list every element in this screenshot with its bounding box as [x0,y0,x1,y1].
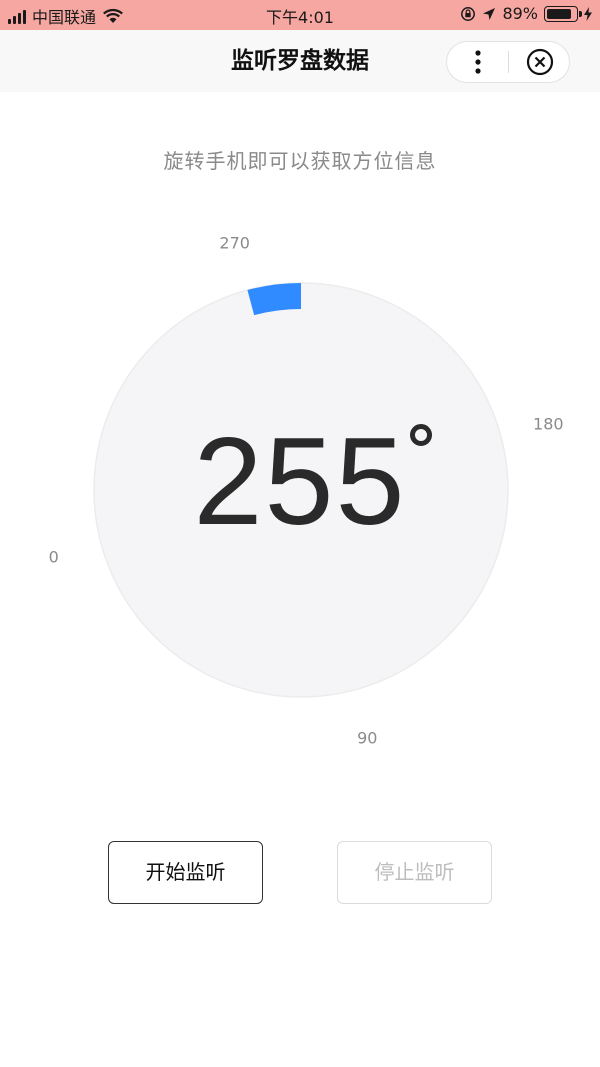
carrier-label: 中国联通 [32,8,97,27]
heading-value: 255 [193,413,407,551]
orientation-lock-icon [461,6,476,21]
battery-icon [544,5,582,22]
charging-icon [584,6,592,21]
nav-bar: 监听罗盘数据 [0,30,600,92]
capsule-menu [446,41,570,83]
status-left: 中国联通 [8,4,124,28]
stop-listening-button[interactable]: 停止监听 [337,841,492,904]
more-icon [475,50,481,74]
compass-progress-arc [247,283,302,316]
location-icon [483,7,496,20]
wifi-icon [103,8,123,23]
close-circle-icon [526,48,554,76]
start-listening-button[interactable]: 开始监听 [108,841,263,904]
tick-label-90: 90 [357,728,377,747]
tick-label-270: 270 [219,234,250,253]
tick-label-0: 0 [49,547,59,566]
close-button[interactable] [509,42,571,82]
hint-text: 旋转手机即可以获取方位信息 [163,149,437,173]
more-button[interactable] [447,42,509,82]
battery-fill [547,8,571,19]
battery-percent: 89% [502,4,538,23]
degree-symbol-icon [410,424,432,446]
status-right: 89% [460,4,592,23]
signal-icon [8,8,26,24]
status-bar: 中国联通 下午4:01 89% [0,0,600,30]
